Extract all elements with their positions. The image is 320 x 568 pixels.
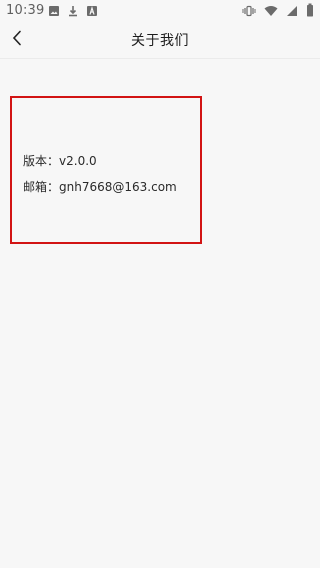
status-right-icons (242, 2, 314, 21)
content-area (0, 59, 320, 568)
download-icon (67, 2, 79, 21)
email-value: gnh7668@163.com (59, 180, 177, 194)
a-icon (86, 2, 98, 21)
version-value: v2.0.0 (59, 154, 97, 168)
battery-icon (306, 2, 314, 21)
status-left-icons (48, 4, 98, 18)
status-time: 10:39 (6, 3, 45, 18)
email-label: 邮箱： (23, 180, 60, 194)
version-row: 版本：v2.0.0 (23, 148, 177, 174)
status-bar: 10:39 (0, 0, 320, 22)
image-icon (48, 2, 60, 21)
wifi-icon (264, 2, 278, 21)
app-bar: 关于我们 (0, 22, 320, 59)
about-info: 版本：v2.0.0 邮箱：gnh7668@163.com (23, 148, 177, 200)
page-title: 关于我们 (131, 33, 189, 49)
version-label: 版本： (23, 154, 60, 168)
email-row: 邮箱：gnh7668@163.com (23, 174, 177, 200)
vibrate-icon (242, 2, 256, 21)
signal-icon (286, 2, 298, 21)
